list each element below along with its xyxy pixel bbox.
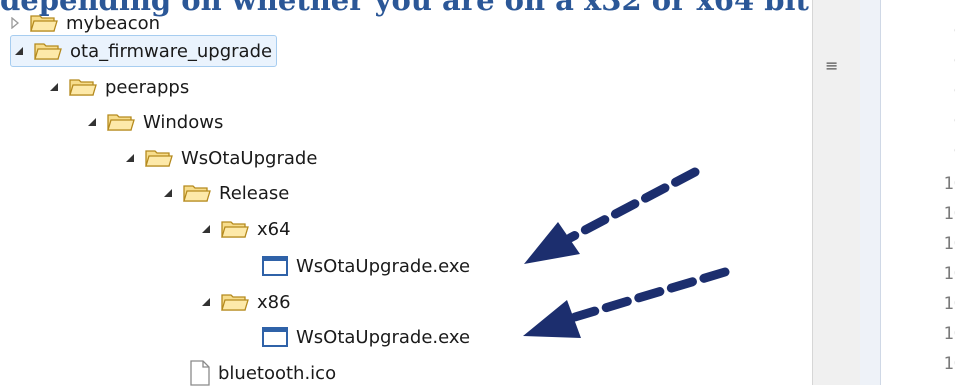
tree-item-wsotaupgrade[interactable]: WsOtaUpgrade (124, 143, 317, 173)
open-folder-icon (221, 218, 249, 240)
tree-item-label: Release (219, 182, 290, 204)
open-folder-icon (107, 111, 135, 133)
tree-item-x64[interactable]: x64 (200, 214, 291, 244)
expanded-arrow-icon[interactable] (124, 152, 136, 164)
expanded-arrow-icon[interactable] (200, 296, 212, 308)
tree-item-windows[interactable]: Windows (86, 107, 223, 137)
annotation-arrow-x86 (523, 267, 730, 338)
tree-item-label: WsOtaUpgrade.exe (296, 326, 471, 348)
open-folder-icon (221, 291, 249, 313)
tree-item-x86[interactable]: x86 (200, 287, 291, 317)
executable-window-icon (262, 327, 288, 347)
tree-item-label: WsOtaUpgrade (181, 147, 318, 169)
expanded-arrow-icon[interactable] (162, 187, 174, 199)
line-number: 10 (943, 324, 955, 344)
tree-item-label: x86 (257, 291, 291, 313)
tree-item-mybeacon[interactable]: mybeacon (9, 8, 160, 38)
tree-item-ota-firmware-upgrade[interactable]: ota_firmware_upgrade (10, 35, 278, 67)
annotation-arrow-x64 (524, 167, 700, 264)
open-folder-icon (34, 40, 62, 62)
open-folder-icon (145, 147, 173, 169)
tree-item-label: x64 (257, 218, 291, 240)
file-icon (190, 360, 210, 386)
tree-item-release[interactable]: Release (162, 178, 289, 208)
tree-item-wsotaupgrade-exe-x86[interactable]: WsOtaUpgrade.exe (262, 322, 470, 352)
tree-item-label: Windows (143, 111, 224, 133)
tree-item-label: mybeacon (66, 12, 161, 34)
editor-pane[interactable]: 9 9 9 9 9 10 10 10 10 10 10 10 (880, 0, 955, 385)
editor-gutter-strip (860, 0, 880, 385)
tree-item-bluetooth-ico[interactable]: bluetooth.ico (190, 358, 336, 388)
tree-item-label: ota_firmware_upgrade (70, 40, 273, 62)
open-folder-icon (69, 76, 97, 98)
project-explorer-tree: mybeacon ota_firmware_upgrade peerapps W… (0, 0, 812, 388)
expanded-arrow-icon[interactable] (86, 116, 98, 128)
tree-item-label: bluetooth.ico (218, 362, 337, 384)
expanded-arrow-icon[interactable] (200, 223, 212, 235)
expanded-arrow-icon[interactable] (13, 45, 25, 57)
line-number: 10 (943, 264, 955, 284)
expanded-arrow-icon[interactable] (48, 81, 60, 93)
executable-window-icon (262, 256, 288, 276)
collapsed-arrow-icon[interactable] (9, 17, 21, 29)
line-number: 10 (943, 294, 955, 314)
tree-item-wsotaupgrade-exe-x64[interactable]: WsOtaUpgrade.exe (262, 251, 470, 281)
scrollbar-grip-icon[interactable]: ≡ (825, 56, 838, 75)
open-folder-icon (183, 182, 211, 204)
tree-item-peerapps[interactable]: peerapps (48, 72, 189, 102)
vertical-scrollbar[interactable]: ≡ (812, 0, 862, 385)
tree-item-label: peerapps (105, 76, 190, 98)
folder-icon (30, 12, 58, 34)
line-number: 10 (943, 234, 955, 254)
line-number: 10 (943, 204, 955, 224)
tree-item-label: WsOtaUpgrade.exe (296, 255, 471, 277)
line-number: 10 (943, 174, 955, 194)
line-number: 10 (943, 354, 955, 374)
